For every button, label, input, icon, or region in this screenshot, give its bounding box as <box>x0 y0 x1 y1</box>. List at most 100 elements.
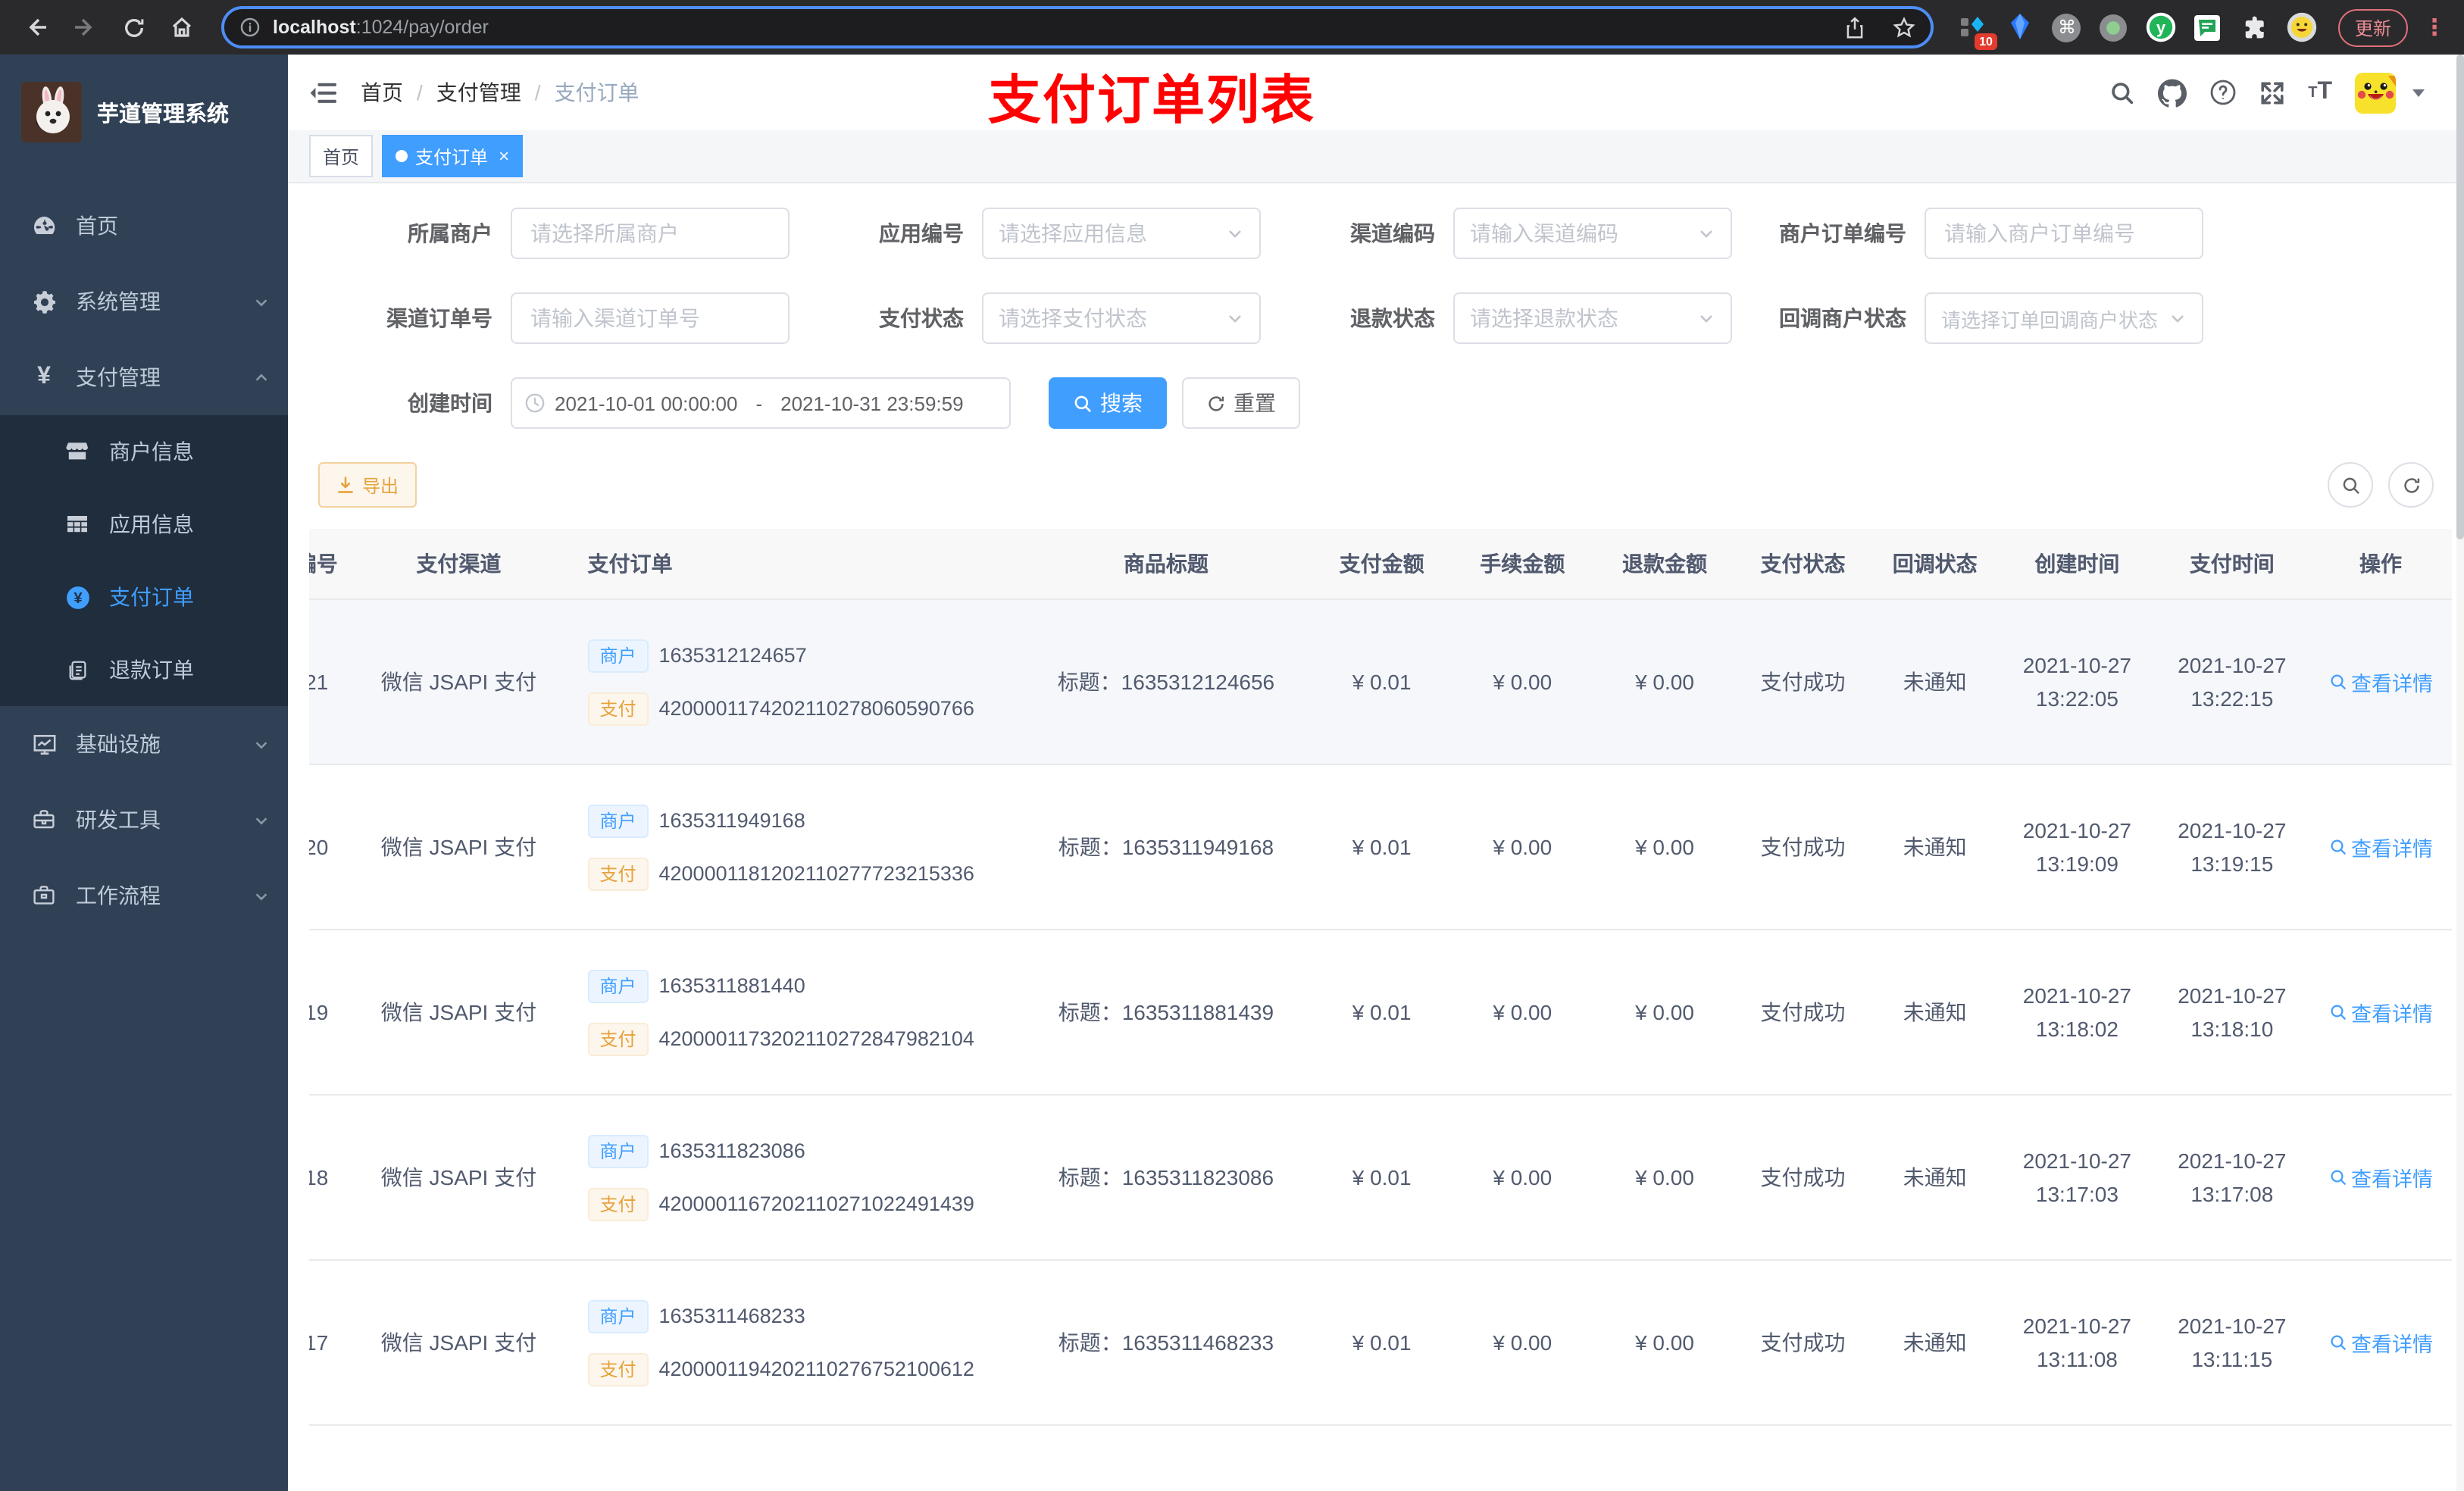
extension-recorder-icon[interactable] <box>2099 12 2129 42</box>
col-notify: 回调状态 <box>1870 529 2000 600</box>
sidebar-item-pay-order[interactable]: ¥ 支付订单 <box>0 561 288 633</box>
search-icon[interactable] <box>2109 80 2135 105</box>
breadcrumb-section[interactable]: 支付管理 <box>436 77 521 108</box>
pay-order-no: 4200001167202110271022491439 <box>658 1192 974 1215</box>
back-icon[interactable] <box>15 6 58 48</box>
select-placeholder: 请选择支付状态 <box>999 306 1147 330</box>
home-icon[interactable] <box>161 6 203 48</box>
callback-status-select[interactable]: 请选择订单回调商户状态 <box>1925 292 2203 344</box>
toolbox-icon <box>30 808 58 832</box>
extension-gem-icon[interactable] <box>2005 12 2035 42</box>
url-host: localhost <box>273 17 356 38</box>
table-row[interactable]: 21 微信 JSAPI 支付 商户 1635312124657 支付 4200001… <box>309 599 2452 765</box>
channel-order-no-input[interactable] <box>511 292 790 344</box>
table-row[interactable]: 18 微信 JSAPI 支付 商户 1635311823086 支付 4200001… <box>309 1095 2452 1261</box>
forward-icon[interactable] <box>64 6 106 48</box>
fullscreen-icon[interactable] <box>2259 80 2285 105</box>
cell-order: 商户1635311054796 <box>569 1425 1020 1491</box>
app-select[interactable]: 请选择应用信息 <box>982 208 1261 259</box>
view-detail-link[interactable]: 查看详情 <box>2328 997 2433 1027</box>
sidebar-item-infrastructure[interactable]: 基础设施 <box>0 706 288 782</box>
merchant-input-box[interactable] <box>527 220 773 247</box>
export-button[interactable]: 导出 <box>318 462 417 508</box>
extension-command-icon[interactable]: ⌘ <box>2052 12 2082 42</box>
cell-order: 商户 1635312124657 支付 4200001174202110278060… <box>569 599 1020 765</box>
cell-notify: 未通知 <box>1870 1095 2000 1261</box>
github-icon[interactable] <box>2158 78 2187 107</box>
sidebar-item-workflow[interactable]: 工作流程 <box>0 858 288 933</box>
pay-status-select[interactable]: 请选择支付状态 <box>982 292 1261 344</box>
tag-pay-order[interactable]: 支付订单 × <box>382 135 524 177</box>
cell-title: 标题：1635311881439 <box>1019 930 1312 1096</box>
table-row-partial[interactable]: 商户1635311054796 <box>309 1425 2452 1491</box>
field-merchant-order-no: 商户订单编号 <box>1732 208 2203 259</box>
sidebar-item-home[interactable]: 首页 <box>0 188 288 264</box>
share-icon[interactable] <box>1844 16 1865 39</box>
extension-chat-icon[interactable] <box>2193 12 2223 42</box>
create-time-range-picker[interactable]: 2021-10-01 00:00:00 - 2021-10-31 23:59:5… <box>511 377 1011 429</box>
toggle-search-button[interactable] <box>2328 462 2373 508</box>
sidebar-collapse-icon[interactable] <box>309 77 339 108</box>
sidebar-item-payment[interactable]: ¥ 支付管理 <box>0 339 288 415</box>
reset-button[interactable]: 重置 <box>1182 377 1300 429</box>
merchant-order-no-input-box[interactable] <box>1941 220 2187 247</box>
cell-order: 商户 1635311823086 支付 4200001167202110271022… <box>569 1095 1020 1261</box>
table-row[interactable]: 17 微信 JSAPI 支付 商户 1635311468233 支付 4200001… <box>309 1260 2452 1426</box>
cell-order: 商户 1635311881440 支付 4200001173202110272847… <box>569 930 1020 1096</box>
channel-order-no-input-box[interactable] <box>527 305 773 332</box>
cell-refund: ¥ 0.00 <box>1593 930 1736 1096</box>
view-detail-link[interactable]: 查看详情 <box>2328 832 2433 862</box>
reload-icon[interactable] <box>112 6 155 48</box>
merchant-input[interactable] <box>511 208 790 259</box>
sidebar-item-dev-tools[interactable]: 研发工具 <box>0 782 288 858</box>
sidebar-logo[interactable]: 芋道管理系统 <box>0 55 288 167</box>
merchant-order-no: 1635311881440 <box>658 974 805 997</box>
col-order: 支付订单 <box>569 529 1020 600</box>
channel-code-select[interactable]: 请输入渠道编码 <box>1453 208 1732 259</box>
search-button[interactable]: 搜索 <box>1049 377 1167 429</box>
user-avatar[interactable] <box>2355 72 2396 113</box>
view-detail-link[interactable]: 查看详情 <box>2328 1162 2433 1192</box>
sidebar-item-refund-order[interactable]: 退款订单 <box>0 633 288 706</box>
cell-amount: ¥ 0.01 <box>1312 764 1452 930</box>
help-icon[interactable] <box>2209 79 2237 106</box>
browser-update-button[interactable]: 更新 <box>2337 8 2408 46</box>
tag-home[interactable]: 首页 <box>309 135 374 177</box>
field-app: 应用编号 请选择应用信息 <box>790 208 1261 259</box>
avatar-caret-icon[interactable] <box>2412 89 2425 96</box>
merchant-tag: 商户 <box>587 969 649 1002</box>
extension-diamond-icon[interactable]: 10 <box>1958 12 1997 50</box>
font-size-icon[interactable]: TT <box>2308 79 2332 106</box>
tag-close-icon[interactable]: × <box>499 147 509 165</box>
site-info-icon[interactable] <box>239 17 261 38</box>
col-fee: 手续金额 <box>1451 529 1594 600</box>
view-detail-link[interactable]: 查看详情 <box>2328 1327 2433 1358</box>
browser-menu-icon[interactable]: ⋮ <box>2423 14 2446 41</box>
address-bar[interactable]: localhost:1024/pay/order <box>221 6 1934 48</box>
merchant-order-no-input[interactable] <box>1925 208 2203 259</box>
orders-table: 编号 支付渠道 支付订单 商品标题 支付金额 手续金额 退款金额 支付状态 回调… <box>309 529 2464 1491</box>
profile-avatar-icon[interactable] <box>2287 12 2317 42</box>
url-text: localhost:1024/pay/order <box>273 17 489 38</box>
cell-order: 商户 1635311468233 支付 4200001194202110276752… <box>569 1260 1020 1426</box>
page-scrollbar[interactable] <box>2456 55 2464 1491</box>
sidebar-item-app-info[interactable]: 应用信息 <box>0 488 288 561</box>
refund-status-select[interactable]: 请选择退款状态 <box>1453 292 1732 344</box>
cell-status: 支付成功 <box>1735 930 1871 1096</box>
breadcrumb-home[interactable]: 首页 <box>361 77 403 108</box>
refresh-button[interactable] <box>2388 462 2434 508</box>
cell-notify: 未通知 <box>1870 930 2000 1096</box>
extension-y-icon[interactable]: y <box>2146 12 2176 42</box>
cell-order: 商户 1635311949168 支付 4200001181202110277723… <box>569 764 1020 930</box>
sidebar-item-label: 系统管理 <box>76 289 161 314</box>
bookmark-star-icon[interactable] <box>1893 16 1915 39</box>
table-row[interactable]: 19 微信 JSAPI 支付 商户 1635311881440 支付 4200001… <box>309 930 2452 1096</box>
sidebar-item-merchant-info[interactable]: 商户信息 <box>0 415 288 488</box>
table-row[interactable]: 20 微信 JSAPI 支付 商户 1635311949168 支付 4200001… <box>309 764 2452 930</box>
chevron-down-icon <box>1697 224 1715 242</box>
sidebar-item-system[interactable]: 系统管理 <box>0 264 288 339</box>
view-detail-link[interactable]: 查看详情 <box>2328 667 2433 697</box>
svg-text:¥: ¥ <box>73 589 82 606</box>
cell-notify: 未通知 <box>1870 599 2000 765</box>
extensions-puzzle-icon[interactable] <box>2240 12 2270 42</box>
